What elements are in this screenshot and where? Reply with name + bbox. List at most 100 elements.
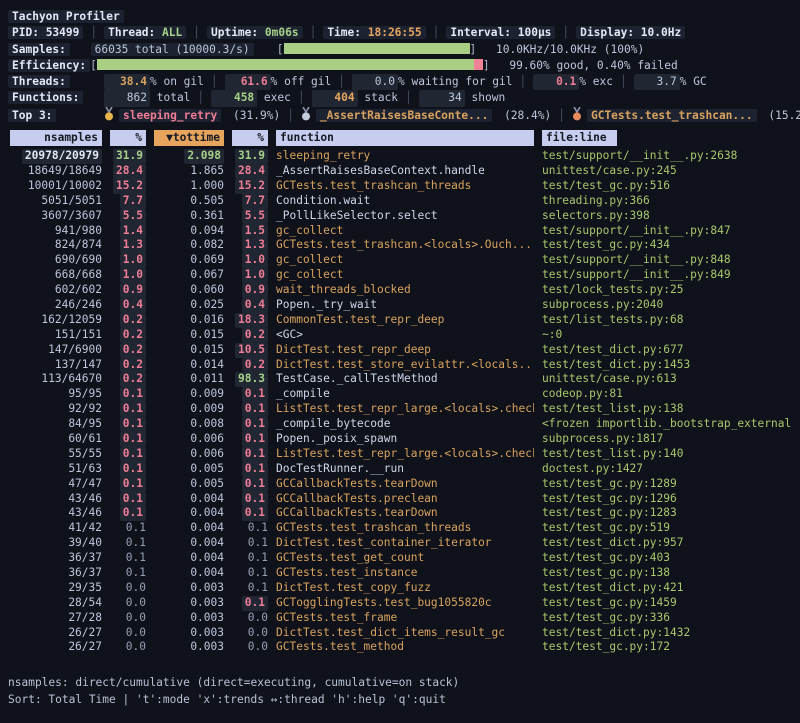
direct-percent-cell: 0.2 — [110, 313, 146, 328]
file-line-cell: test/support/__init__.py:2638 — [542, 149, 792, 164]
direct-percent-cell: 0.4 — [110, 298, 146, 313]
function-cell: gc_collect — [276, 253, 534, 268]
separator-icon: │ — [338, 75, 345, 88]
column-header-[interactable]: % — [110, 130, 146, 146]
samples-rate-bar — [284, 43, 470, 54]
profile-table: nsamples% ▼tottime% function file:line 2097… — [8, 130, 792, 655]
nsamples-cell: 5051/5051 — [10, 194, 102, 209]
nsamples-cell: 18649/18649 — [10, 164, 102, 179]
cumulative-percent-value: 15.2 — [235, 179, 268, 194]
nsamples-cell: 137/147 — [10, 358, 102, 373]
metric-suffix: % waiting for gil — [398, 75, 513, 88]
cumulative-percent-value: 98.3 — [235, 372, 268, 387]
column-header-nsamples[interactable]: nsamples — [10, 130, 102, 146]
nsamples-cell: 668/668 — [10, 268, 102, 283]
column-header-tottime[interactable]: ▼tottime — [154, 130, 224, 146]
direct-percent-value: 0.1 — [126, 551, 146, 564]
direct-percent-value: 0.2 — [120, 343, 146, 358]
direct-percent-value: 0.9 — [120, 283, 146, 298]
tottime-cell: 0.003 — [154, 640, 224, 655]
nsamples-value: 84/95 — [68, 417, 102, 430]
function-cell: GCTests.test_get_count — [276, 551, 534, 566]
tottime-value: 0.015 — [190, 328, 224, 341]
tottime-value: 0.009 — [190, 402, 224, 415]
metric-suffix: stack — [358, 91, 398, 104]
file-line-cell: test/test_dict.py:421 — [542, 581, 792, 596]
column-header-function[interactable]: function — [276, 130, 534, 146]
direct-percent-value: 0.1 — [120, 417, 146, 432]
function-cell: GCCallbackTests.tearDown — [276, 506, 534, 521]
tottime-cell: 0.003 — [154, 626, 224, 641]
tottime-value: 0.005 — [190, 477, 224, 490]
nsamples-cell: 10001/10002 — [10, 179, 102, 194]
nsamples-value: 60/61 — [68, 432, 102, 445]
nsamples-cell: 41/42 — [10, 521, 102, 536]
metric-value: 862 — [104, 90, 150, 106]
direct-percent-value: 28.4 — [113, 164, 146, 179]
tottime-value: 0.014 — [190, 358, 224, 371]
function-cell: DictTest.test_container_iterator — [276, 536, 534, 551]
nsamples-value: 113/64670 — [41, 372, 102, 385]
metric-suffix: exec — [257, 91, 291, 104]
nsamples-value: 26/27 — [68, 640, 102, 653]
status-value: 10.0Hz — [641, 26, 681, 39]
nsamples-value: 668/668 — [55, 268, 102, 281]
tottime-value: 0.004 — [190, 506, 224, 519]
cumulative-percent-value: 0.9 — [242, 283, 268, 298]
samples-bar-fill — [284, 43, 470, 54]
tottime-value: 0.082 — [190, 238, 224, 251]
cumulative-percent-value: 0.0 — [248, 640, 268, 653]
cumulative-percent-cell: 1.0 — [232, 253, 268, 268]
tottime-cell: 0.004 — [154, 566, 224, 581]
status-segment: Time: 18:26:55 — [323, 26, 425, 39]
status-label: Uptime: — [211, 26, 265, 39]
table-row: 162/120590.20.01618.3CommonTest.test_rep… — [8, 313, 792, 328]
function-cell: GCTests.test_instance — [276, 566, 534, 581]
tottime-value: 0.004 — [190, 551, 224, 564]
separator-icon: │ — [197, 91, 204, 104]
tottime-cell: 0.016 — [154, 313, 224, 328]
nsamples-cell: 20978/20979 — [10, 149, 102, 164]
efficiency-bar-open-bracket: [ — [90, 59, 97, 72]
nsamples-value: 690/690 — [55, 253, 102, 266]
tottime-cell: 0.082 — [154, 238, 224, 253]
tottime-cell: 1.000 — [154, 179, 224, 194]
tottime-value: 1.865 — [190, 164, 224, 177]
cumulative-percent-value: 0.1 — [242, 402, 268, 417]
file-line-cell: test/test_gc.py:1296 — [542, 492, 792, 507]
cumulative-percent-value: 0.1 — [248, 521, 268, 534]
tottime-value: 0.067 — [190, 268, 224, 281]
direct-percent-cell: 5.5 — [110, 209, 146, 224]
metric-value: 38.4 — [104, 74, 150, 90]
table-row: 43/460.10.0040.1GCCallbackTests.preclean… — [8, 492, 792, 507]
top3-function-name: sleeping_retry — [119, 109, 221, 122]
tottime-cell: 0.015 — [154, 343, 224, 358]
nsamples-cell: 602/602 — [10, 283, 102, 298]
tottime-cell: 0.004 — [154, 536, 224, 551]
direct-percent-cell: 1.0 — [110, 253, 146, 268]
tottime-cell: 0.505 — [154, 194, 224, 209]
column-header-fileline[interactable]: file:line — [542, 130, 617, 146]
tottime-cell: 0.004 — [154, 521, 224, 536]
efficiency-bar-close-bracket: ] — [483, 59, 490, 72]
table-row: 5051/50517.70.5057.7Condition.waitthread… — [8, 194, 792, 209]
direct-percent-value: 0.0 — [126, 581, 146, 594]
cumulative-percent-cell: 7.7 — [232, 194, 268, 209]
file-line-cell: test/test_dict.py:1453 — [542, 358, 792, 373]
file-line-cell: subprocess.py:2040 — [542, 298, 792, 313]
cumulative-percent-cell: 1.0 — [232, 268, 268, 283]
function-cell: _PollLikeSelector.select — [276, 209, 534, 224]
cumulative-percent-cell: 98.3 — [232, 372, 268, 387]
function-cell: DictTest.test_repr_deep — [276, 343, 534, 358]
cumulative-percent-value: 0.1 — [242, 387, 268, 402]
file-line-cell: test/test_gc.py:138 — [542, 566, 792, 581]
tottime-cell: 0.067 — [154, 268, 224, 283]
cumulative-percent-value: 0.2 — [242, 328, 268, 343]
column-header-[interactable]: % — [232, 130, 268, 146]
tottime-value: 0.060 — [190, 283, 224, 296]
tachyon-profiler-screen: Tachyon Profiler PID: 53499│Thread: ALL│… — [0, 0, 800, 723]
status-label: Interval: — [450, 26, 517, 39]
cumulative-percent-value: 28.4 — [235, 164, 268, 179]
direct-percent-cell: 1.4 — [110, 224, 146, 239]
nsamples-value: 137/147 — [55, 358, 102, 371]
